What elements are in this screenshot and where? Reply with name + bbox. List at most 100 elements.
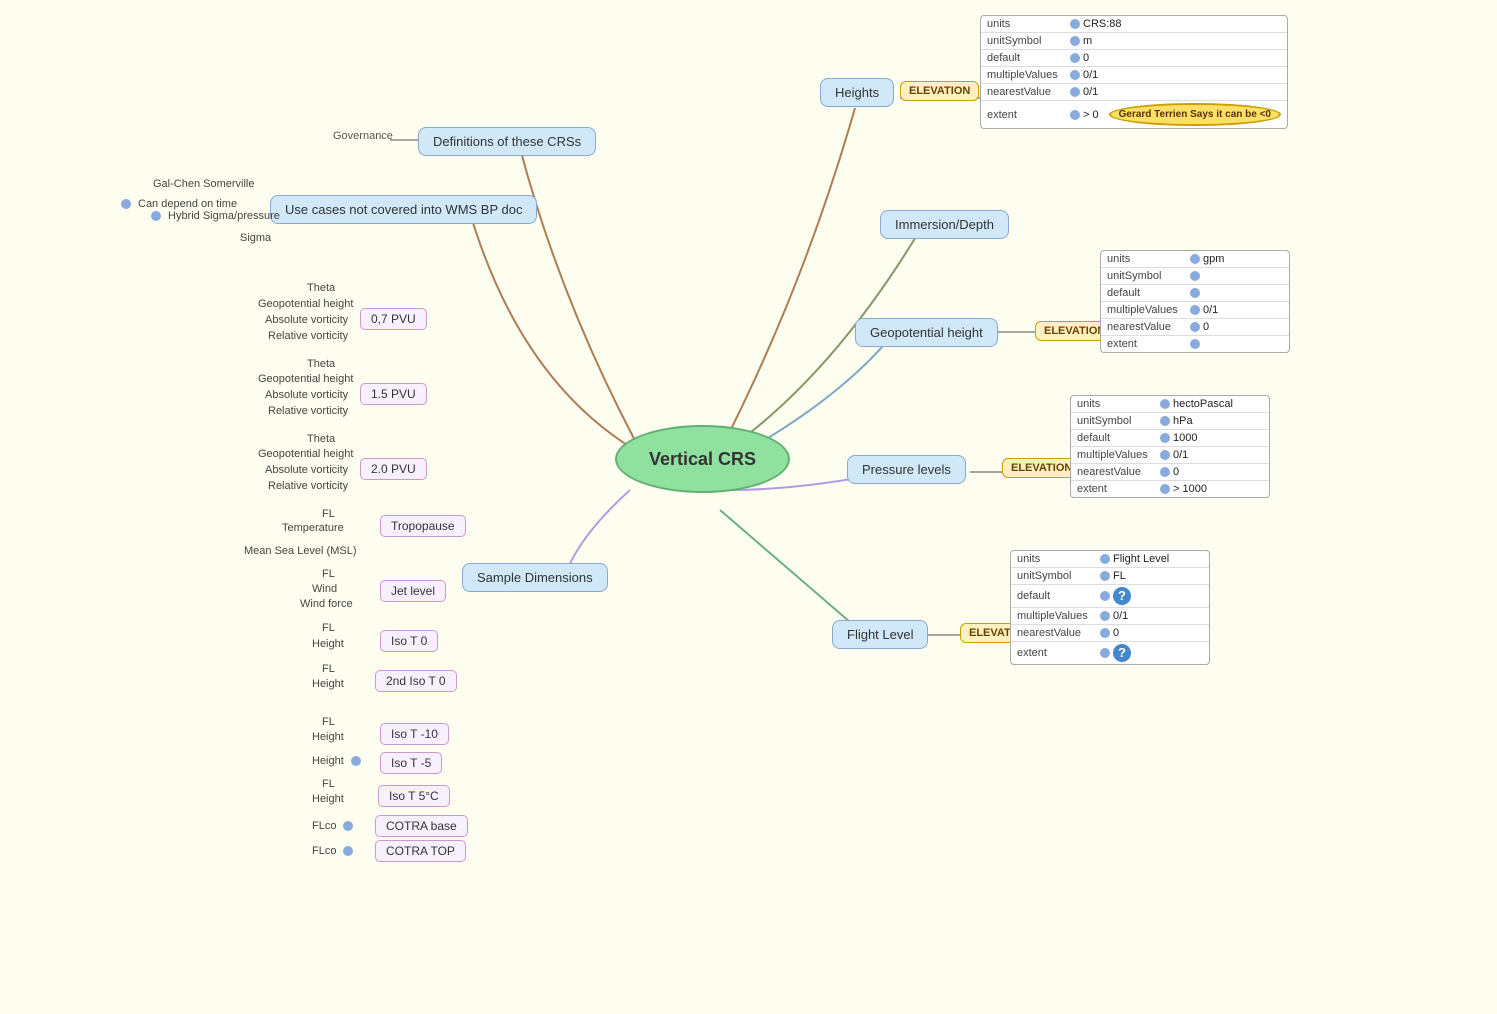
box-isotm5: Iso T -5	[380, 752, 442, 774]
sub-fl-2ndiso: FL	[322, 663, 335, 675]
prop-val: 0/1	[1113, 610, 1128, 622]
sub-flco-cotra2: FLco	[312, 845, 356, 857]
gerard-badge: Gerard Terrien Says it can be <0	[1109, 103, 1281, 126]
question-icon: ?	[1113, 644, 1131, 662]
prop-row-unitsymbol: unitSymbol m	[981, 33, 1287, 50]
dot-icon	[1160, 467, 1170, 477]
box-20pvu: 2.0 PVU	[360, 458, 427, 480]
prop-val: 0/1	[1083, 86, 1098, 98]
sub-temp-tropo: Temperature	[282, 522, 344, 534]
prop-val: FL	[1113, 570, 1126, 582]
sub-height-isotm5: Height	[312, 755, 364, 767]
prop-row: unitSymbol	[1101, 268, 1289, 285]
prop-row: extent ?	[1011, 642, 1209, 664]
dot-icon	[1190, 271, 1200, 281]
dot-icon	[1190, 322, 1200, 332]
prop-val: m	[1083, 35, 1092, 47]
prop-key: unitSymbol	[1107, 270, 1187, 282]
prop-row-default: default 0	[981, 50, 1287, 67]
dot-icon	[1160, 484, 1170, 494]
prop-key: units	[1107, 253, 1187, 265]
prop-val: hectoPascal	[1173, 398, 1233, 410]
prop-key: multipleValues	[987, 69, 1067, 81]
dot-icon	[1070, 70, 1080, 80]
box-2ndisot0: 2nd Iso T 0	[375, 670, 457, 692]
prop-row: default 1000	[1071, 430, 1269, 447]
sub-can-depend: Can depend on time	[118, 198, 237, 210]
prop-key: nearestValue	[1077, 466, 1157, 478]
prop-row: multipleValues 0/1	[1071, 447, 1269, 464]
prop-row: unitSymbol FL	[1011, 568, 1209, 585]
prop-key: units	[1017, 553, 1097, 565]
dot-icon	[1070, 87, 1080, 97]
sub-fl-tropo: FL	[322, 508, 335, 520]
sub-abs-2: Absolute vorticity	[265, 389, 348, 401]
sub-windforce: Wind force	[300, 598, 353, 610]
topic-heights[interactable]: Heights	[820, 78, 894, 107]
prop-key: nearestValue	[1107, 321, 1187, 333]
prop-key: units	[987, 18, 1067, 30]
sub-sigma: Sigma	[240, 232, 271, 244]
definitions-label: Definitions of these CRSs	[433, 134, 581, 149]
prop-row: units Flight Level	[1011, 551, 1209, 568]
sub-height-2ndiso: Height	[312, 678, 344, 690]
dot-icon	[1070, 53, 1080, 63]
heights-prop-table: units CRS:88 unitSymbol m default 0 mult…	[980, 15, 1288, 129]
sub-fl-isotm10: FL	[322, 716, 335, 728]
sub-flco-cotra: FLco	[312, 820, 356, 832]
prop-key: units	[1077, 398, 1157, 410]
sub-fl-iso0: FL	[322, 622, 335, 634]
topic-sampledims[interactable]: Sample Dimensions	[462, 563, 608, 592]
prop-row: default ?	[1011, 585, 1209, 608]
prop-val: 1000	[1173, 432, 1197, 444]
box-cotratop: COTRA TOP	[375, 840, 466, 862]
sub-wind-jet: Wind	[312, 583, 337, 595]
central-label: Vertical CRS	[649, 449, 756, 470]
prop-val: Flight Level	[1113, 553, 1169, 565]
dot-icon	[1100, 554, 1110, 564]
prop-key: multipleValues	[1107, 304, 1187, 316]
prop-row: multipleValues 0/1	[1101, 302, 1289, 319]
topic-usecases[interactable]: Use cases not covered into WMS BP doc	[270, 195, 537, 224]
prop-val: 0	[1203, 321, 1209, 333]
topic-definitions[interactable]: Definitions of these CRSs	[418, 127, 596, 156]
sub-rel-1: Relative vorticity	[268, 330, 348, 342]
central-node: Vertical CRS	[615, 425, 790, 493]
prop-key: extent	[1017, 647, 1097, 659]
topic-geopotential[interactable]: Geopotential height	[855, 318, 998, 347]
sub-height-iso0: Height	[312, 638, 344, 650]
topic-immersion[interactable]: Immersion/Depth	[880, 210, 1009, 239]
prop-key: nearestValue	[987, 86, 1067, 98]
sub-theta-3: Theta	[307, 433, 335, 445]
prop-val: CRS:88	[1083, 18, 1122, 30]
dot-icon	[1100, 648, 1110, 658]
prop-key: nearestValue	[1017, 627, 1097, 639]
box-isotm10: Iso T -10	[380, 723, 449, 745]
prop-key: multipleValues	[1017, 610, 1097, 622]
question-icon: ?	[1113, 587, 1131, 605]
sub-abs-3: Absolute vorticity	[265, 464, 348, 476]
governance-label: Governance	[333, 130, 393, 142]
prop-key: unitSymbol	[1077, 415, 1157, 427]
box-15pvu: 1.5 PVU	[360, 383, 427, 405]
dot-icon	[1190, 305, 1200, 315]
sub-rel-3: Relative vorticity	[268, 480, 348, 492]
box-tropopause: Tropopause	[380, 515, 466, 537]
box-isot0: Iso T 0	[380, 630, 438, 652]
topic-pressure[interactable]: Pressure levels	[847, 455, 966, 484]
prop-key: unitSymbol	[987, 35, 1067, 47]
topic-flightlevel[interactable]: Flight Level	[832, 620, 928, 649]
prop-row: nearestValue 0	[1101, 319, 1289, 336]
prop-val: hPa	[1173, 415, 1193, 427]
dot-icon	[1100, 628, 1110, 638]
prop-val: 0	[1083, 52, 1089, 64]
heights-label: Heights	[835, 85, 879, 100]
dot-icon	[1160, 399, 1170, 409]
prop-key: extent	[1107, 338, 1187, 350]
heights-elevation-badge: ELEVATION	[900, 81, 979, 101]
connection-lines	[0, 0, 1497, 1014]
prop-val: > 0	[1083, 109, 1099, 121]
dot-icon	[1160, 450, 1170, 460]
prop-val: 0/1	[1203, 304, 1218, 316]
prop-key: default	[1017, 590, 1097, 602]
